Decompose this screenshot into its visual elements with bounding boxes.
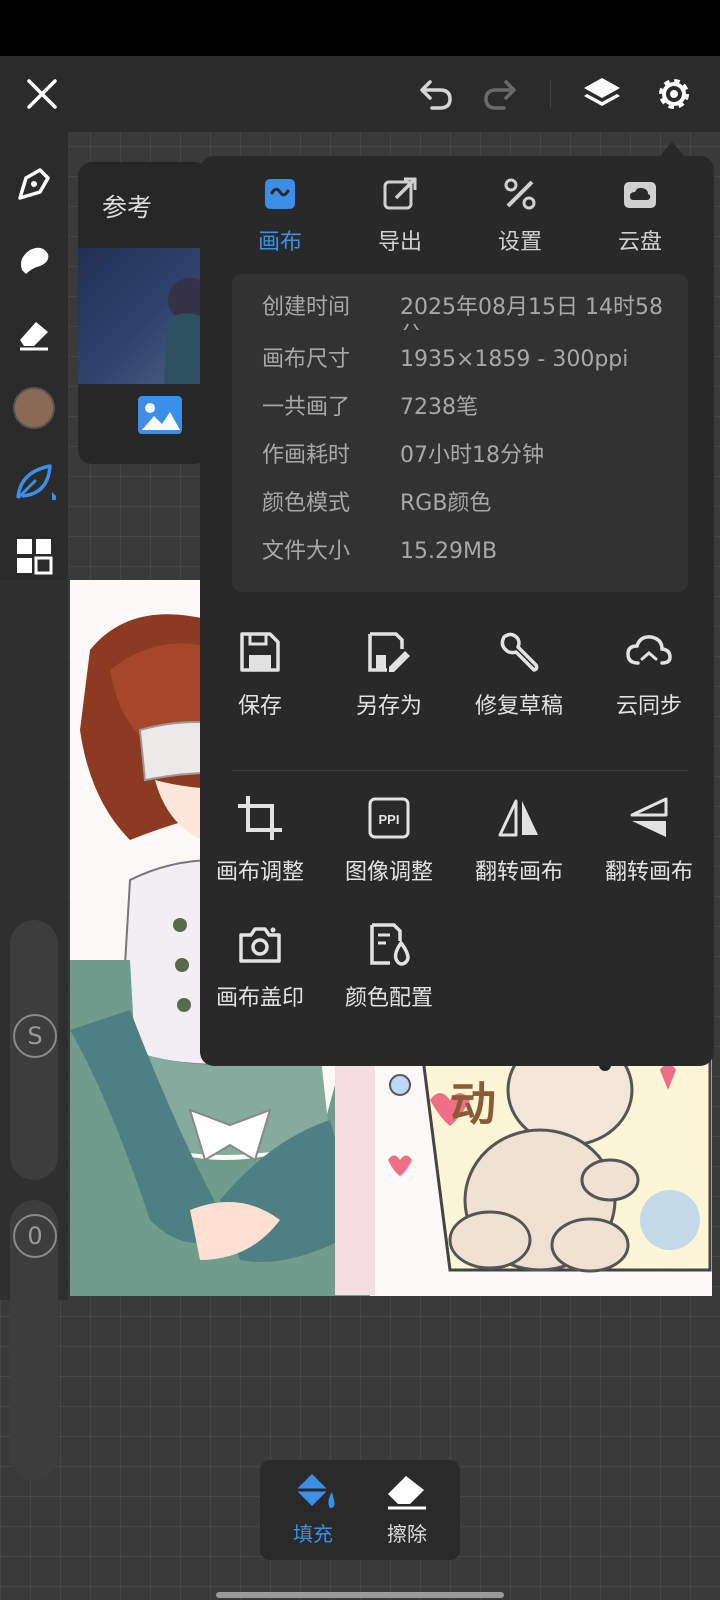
repair-draft-label: 修复草稿	[474, 694, 563, 719]
erase-button[interactable]: 擦除	[362, 1470, 452, 1547]
toolbar-separator	[550, 80, 551, 108]
section-divider	[232, 770, 688, 771]
canvas-stamp-label: 画布盖印	[215, 986, 304, 1011]
tools-icon	[500, 174, 540, 214]
flip-horizontal-icon	[493, 792, 545, 844]
canvas-icon	[260, 174, 300, 214]
info-row: 创建时间 2025年08月15日 14时58分	[262, 288, 672, 330]
tab-settings-label: 设置	[497, 230, 542, 255]
popup-arrow	[660, 142, 684, 156]
export-icon	[380, 174, 420, 214]
canvas-adjust-label: 画布调整	[215, 860, 304, 885]
color-profile-button[interactable]: 颜色配置	[324, 918, 454, 1012]
layers-icon[interactable]	[578, 70, 626, 118]
info-value: 1935×1859 - 300ppi	[400, 347, 629, 372]
flip-vertical-icon	[623, 792, 675, 844]
current-color-circle	[13, 387, 55, 429]
cloud-sync-button[interactable]: 云同步	[584, 626, 714, 720]
save-as-button[interactable]: 另存为	[324, 626, 454, 720]
color-profile-label: 颜色配置	[344, 986, 433, 1011]
canvas-adjust-button[interactable]: 画布调整	[195, 792, 325, 886]
save-as-label: 另存为	[355, 694, 422, 719]
tab-cloud-drive[interactable]: 云盘	[590, 174, 690, 256]
leaf-brush-icon[interactable]	[8, 456, 60, 508]
ppi-icon: PPI	[363, 792, 415, 844]
pen-icon[interactable]	[8, 158, 60, 210]
cloud-drive-icon	[620, 174, 660, 214]
info-row: 文件大小 15.29MB	[262, 532, 672, 572]
smudge-icon[interactable]	[8, 234, 60, 286]
opacity-badge: 0	[13, 1214, 57, 1258]
save-icon	[234, 626, 286, 678]
canvas-info-box: 创建时间 2025年08月15日 14时58分 画布尺寸 1935×1859 -…	[232, 274, 688, 592]
camera-icon	[234, 918, 286, 970]
save-label: 保存	[237, 694, 282, 719]
canvas-settings-popup: 画布 导出 设置 云盘 创建时间 2025年08月15日 14时58分 画布尺寸…	[200, 156, 714, 1066]
fill-label: 填充	[293, 1522, 333, 1546]
canvas-stamp-button[interactable]: 画布盖印	[195, 918, 325, 1012]
top-toolbar	[0, 56, 720, 132]
image-icon[interactable]	[138, 396, 182, 434]
info-row: 颜色模式 RGB颜色	[262, 484, 672, 524]
info-value: RGB颜色	[400, 491, 492, 516]
tab-cloud-drive-label: 云盘	[617, 230, 662, 255]
reference-title: 参考	[102, 193, 153, 222]
color-profile-icon	[363, 918, 415, 970]
save-button[interactable]: 保存	[195, 626, 325, 720]
left-toolbar	[0, 132, 68, 580]
info-key: 一共画了	[262, 395, 351, 420]
eraser-icon[interactable]	[8, 308, 60, 360]
save-as-icon	[363, 626, 415, 678]
flip-vertical-label: 翻转画布	[604, 860, 693, 885]
info-value: 07小时18分钟	[400, 443, 544, 468]
status-bar	[0, 0, 720, 56]
info-key: 作画耗时	[262, 443, 351, 468]
svg-text:动: 动	[450, 1077, 496, 1131]
info-value: 2025年08月15日 14时58分	[400, 295, 663, 330]
cloud-sync-icon	[623, 626, 675, 678]
crop-icon	[234, 792, 286, 844]
reference-panel[interactable]: 参考	[78, 162, 208, 464]
repair-draft-button[interactable]: 修复草稿	[454, 626, 584, 720]
info-key: 画布尺寸	[262, 347, 351, 372]
color-swatch[interactable]	[8, 382, 60, 434]
tab-export-label: 导出	[377, 230, 422, 255]
image-adjust-label: 图像调整	[344, 860, 433, 885]
left-slider-panel: S 0	[0, 580, 68, 1480]
info-value: 7238笔	[400, 395, 478, 420]
grid-icon[interactable]	[8, 530, 60, 582]
tab-canvas[interactable]: 画布	[230, 174, 330, 256]
info-key: 创建时间	[262, 295, 351, 320]
gear-icon[interactable]	[650, 70, 698, 118]
info-value: 15.29MB	[400, 539, 498, 564]
home-indicator	[216, 1592, 504, 1598]
flip-canvas-vertical-button[interactable]: 翻转画布	[584, 792, 714, 886]
size-badge: S	[13, 1014, 57, 1058]
tab-canvas-label: 画布	[257, 230, 302, 255]
info-row: 作画耗时 07小时18分钟	[262, 436, 672, 476]
info-key: 文件大小	[262, 539, 351, 564]
info-row: 画布尺寸 1935×1859 - 300ppi	[262, 340, 672, 380]
fill-button[interactable]: 填充	[268, 1470, 358, 1547]
tab-export[interactable]: 导出	[350, 174, 450, 256]
cloud-sync-label: 云同步	[615, 694, 682, 719]
reference-image[interactable]	[78, 248, 208, 384]
info-key: 颜色模式	[262, 491, 351, 516]
erase-label: 擦除	[387, 1522, 427, 1546]
eraser-icon	[388, 1476, 426, 1510]
wrench-icon	[493, 626, 545, 678]
redo-icon[interactable]	[476, 70, 524, 118]
flip-canvas-horizontal-button[interactable]: 翻转画布	[454, 792, 584, 886]
fill-bucket-icon	[292, 1474, 335, 1508]
flip-horizontal-label: 翻转画布	[474, 860, 563, 885]
tab-settings[interactable]: 设置	[470, 174, 570, 256]
undo-icon[interactable]	[412, 70, 460, 118]
svg-text:PPI: PPI	[379, 812, 400, 827]
info-row: 一共画了 7238笔	[262, 388, 672, 428]
image-adjust-button[interactable]: PPI 图像调整	[324, 792, 454, 886]
close-icon[interactable]	[18, 70, 66, 118]
fill-erase-bar: 填充 擦除	[260, 1460, 460, 1560]
